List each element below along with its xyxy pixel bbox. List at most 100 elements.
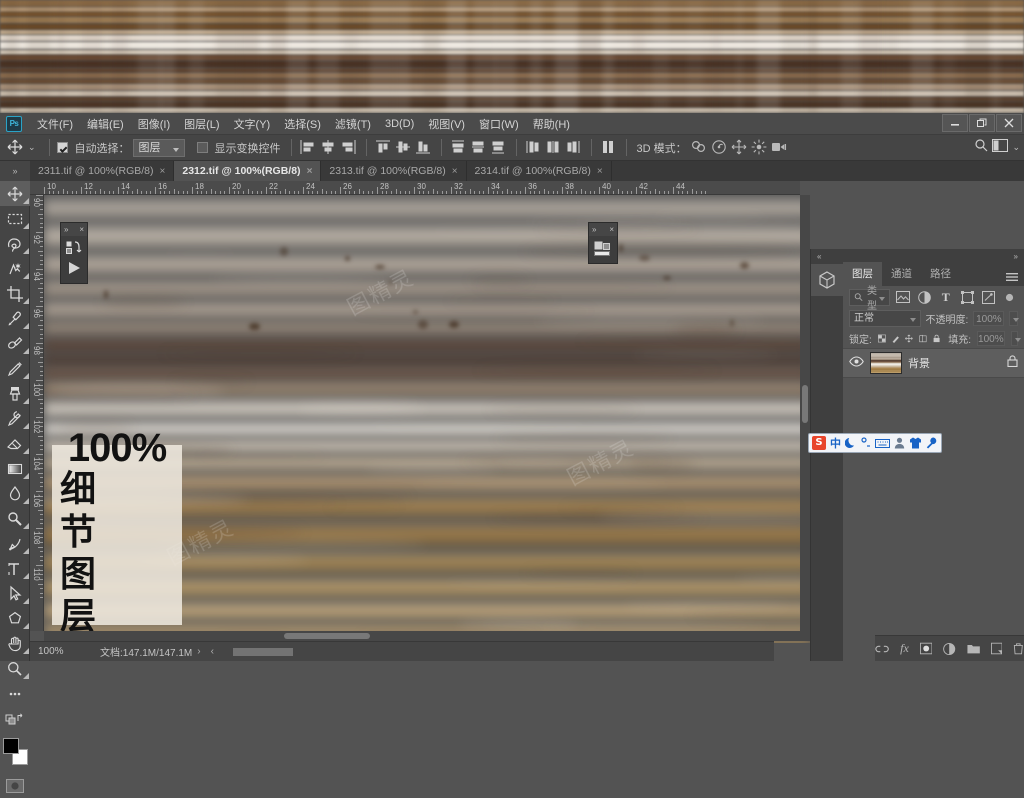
crop-tool[interactable]	[0, 281, 30, 306]
opacity-value[interactable]: 100%	[973, 311, 1004, 326]
moon-icon[interactable]	[845, 437, 857, 449]
layer-name[interactable]: 背景	[908, 355, 1001, 371]
blur-tool[interactable]	[0, 481, 30, 506]
eyedropper-tool[interactable]	[0, 306, 30, 331]
blend-mode-dropdown[interactable]: 正常	[849, 310, 921, 327]
roll-3d-tool[interactable]	[710, 138, 730, 158]
horizontal-type-tool[interactable]	[0, 556, 30, 581]
new-layer-icon[interactable]	[991, 642, 1003, 655]
spot-healing-brush-tool[interactable]	[0, 331, 30, 356]
image-canvas[interactable]: 图精灵 图精灵 图精灵 » ×	[44, 195, 810, 643]
pan-3d-tool[interactable]	[730, 138, 750, 158]
rectangular-marquee-tool[interactable]	[0, 206, 30, 231]
menu-filter[interactable]: 滤镜(T)	[328, 113, 378, 135]
status-forward-arrow-icon[interactable]: ›	[192, 646, 205, 657]
layer-style-fx-icon[interactable]: fx	[900, 641, 909, 656]
hand-tool[interactable]	[0, 631, 30, 656]
collapse-right-icon[interactable]: »	[1014, 252, 1018, 261]
canvas-horizontal-scrollbar[interactable]	[44, 631, 800, 641]
collapse-left-icon[interactable]: «	[817, 252, 821, 261]
brush-tool[interactable]	[0, 356, 30, 381]
search-icon[interactable]	[974, 138, 988, 157]
close-icon[interactable]: ×	[307, 166, 313, 177]
ime-mode-label[interactable]: 中	[830, 435, 841, 451]
opacity-stepper[interactable]	[1009, 311, 1018, 326]
menu-layer[interactable]: 图层(L)	[177, 113, 226, 135]
lock-position-icon[interactable]	[905, 332, 913, 345]
panel-tab[interactable]: 通道	[882, 262, 921, 286]
distribute-vertical-centers[interactable]	[469, 138, 489, 158]
align-horizontal-centers[interactable]	[319, 138, 339, 158]
menu-image[interactable]: 图像(I)	[131, 113, 177, 135]
orbit-3d-tool[interactable]	[690, 138, 710, 158]
document-tab[interactable]: 2311.tif @ 100%(RGB/8)×	[30, 161, 174, 181]
zoom-tool[interactable]	[0, 656, 30, 681]
play-icon[interactable]	[66, 260, 82, 276]
document-tab[interactable]: 2314.tif @ 100%(RGB/8)×	[467, 161, 612, 181]
toolbox-icon[interactable]	[926, 437, 938, 449]
canvas-vertical-scrollbar[interactable]	[800, 195, 810, 641]
menu-file[interactable]: 文件(F)	[30, 113, 80, 135]
lock-artboard-nesting-icon[interactable]	[919, 332, 927, 345]
align-top-edges[interactable]	[374, 138, 394, 158]
filter-smart-object-icon[interactable]	[980, 289, 996, 306]
menu-edit[interactable]: 编辑(E)	[80, 113, 131, 135]
show-transform-controls-checkbox[interactable]: 显示变换控件	[197, 140, 284, 156]
auto-align-layers[interactable]	[599, 138, 619, 158]
close-icon[interactable]: ×	[79, 223, 84, 236]
filter-adjustment-icon[interactable]	[916, 289, 932, 306]
menu-select[interactable]: 选择(S)	[277, 113, 328, 135]
menu-3d[interactable]: 3D(D)	[378, 115, 421, 133]
layer-filter-kind-dropdown[interactable]: 类型	[849, 289, 890, 306]
auto-select-scope-dropdown[interactable]: 图层	[133, 139, 185, 157]
eraser-tool[interactable]	[0, 431, 30, 456]
canvas-vertical-scrollbar-thumb[interactable]	[802, 385, 808, 423]
edit-toolbar-ellipsis[interactable]	[0, 681, 30, 706]
skin-icon[interactable]	[909, 437, 922, 449]
lock-transparent-pixels-icon[interactable]	[878, 332, 886, 345]
align-right-edges[interactable]	[339, 138, 359, 158]
clone-stamp-tool[interactable]	[0, 381, 30, 406]
history-brush-tool[interactable]	[0, 406, 30, 431]
sogou-logo-icon[interactable]: S	[812, 436, 826, 450]
color-swatches[interactable]	[0, 735, 30, 771]
layer-mask-icon[interactable]	[920, 642, 932, 655]
status-track-bar[interactable]	[233, 648, 293, 656]
horizontal-ruler[interactable]: 101214161820222426283032343638404244	[30, 181, 800, 195]
3d-panel-icon[interactable]	[811, 264, 843, 296]
foreground-color-swatch[interactable]	[3, 738, 19, 754]
auto-select-checkbox[interactable]: 自动选择：	[57, 140, 133, 156]
move-tool[interactable]	[0, 181, 30, 206]
tab-dock-grip[interactable]: »	[0, 161, 30, 181]
actions-icon[interactable]	[66, 241, 82, 255]
pen-tool[interactable]	[0, 531, 30, 556]
filter-pixel-icon[interactable]	[895, 289, 911, 306]
distribute-right-edges[interactable]	[564, 138, 584, 158]
document-tab[interactable]: 2312.tif @ 100%(RGB/8)×	[174, 161, 321, 181]
lock-icon[interactable]	[1007, 354, 1018, 372]
distribute-horizontal-centers[interactable]	[544, 138, 564, 158]
menu-view[interactable]: 视图(V)	[421, 113, 472, 135]
align-vertical-centers[interactable]	[394, 138, 414, 158]
quick-mask-mode-button[interactable]	[0, 773, 30, 798]
lasso-tool[interactable]	[0, 231, 30, 256]
link-layers-icon[interactable]	[875, 644, 889, 654]
distribute-left-edges[interactable]	[524, 138, 544, 158]
new-group-icon[interactable]	[967, 643, 980, 655]
eye-icon[interactable]	[849, 354, 864, 372]
close-icon[interactable]: ×	[609, 223, 614, 236]
fill-value[interactable]: 100%	[977, 331, 1005, 346]
zoom-level[interactable]: 100%	[30, 646, 94, 657]
keyboard-icon[interactable]	[875, 438, 890, 449]
filter-toggle-icon[interactable]	[1002, 289, 1018, 306]
menu-help[interactable]: 帮助(H)	[526, 113, 577, 135]
vertical-ruler[interactable]: 9092949698100102104106108110	[30, 195, 44, 631]
delete-layer-icon[interactable]	[1013, 642, 1024, 655]
menu-type[interactable]: 文字(Y)	[227, 113, 278, 135]
close-icon[interactable]: ×	[452, 166, 458, 177]
align-bottom-edges[interactable]	[414, 138, 434, 158]
panel-menu-icon[interactable]	[1006, 270, 1018, 288]
filter-type-icon[interactable]: T	[938, 289, 954, 306]
punctuation-icon[interactable]	[861, 437, 871, 449]
dodge-tool[interactable]	[0, 506, 30, 531]
